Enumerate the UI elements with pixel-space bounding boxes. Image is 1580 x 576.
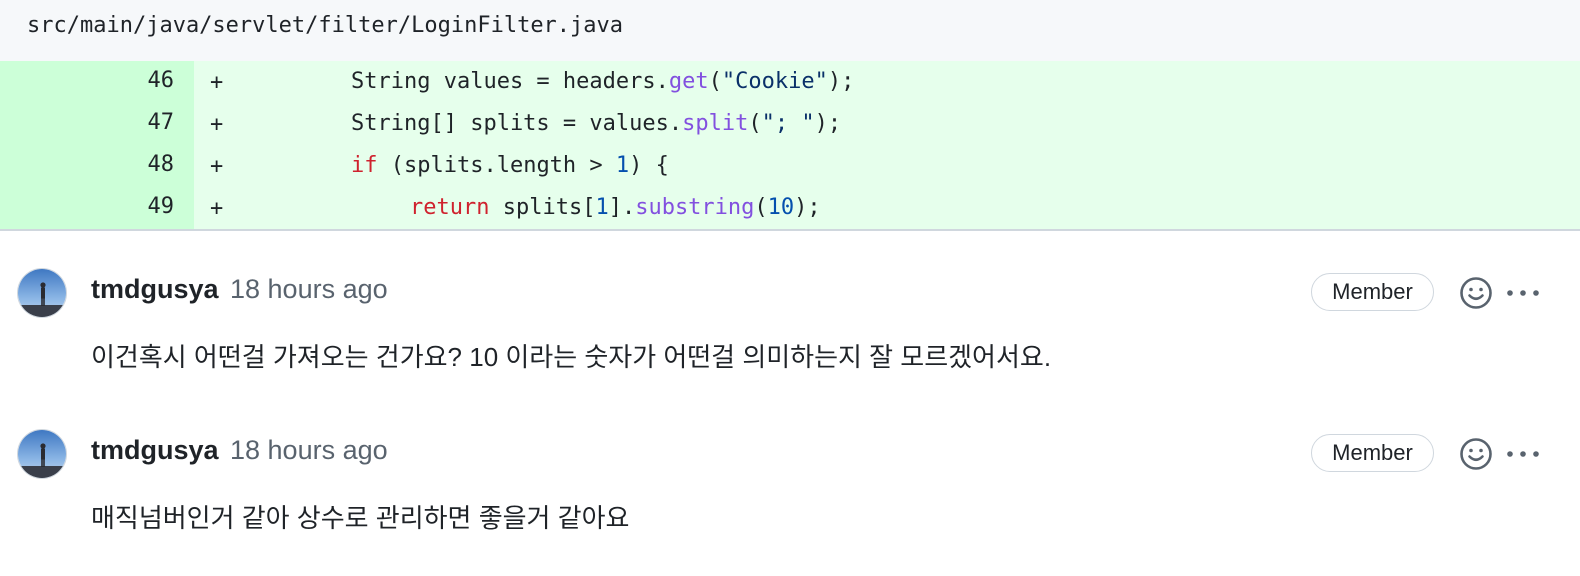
diff-hunk: 46 + String values = headers.get("Cookie…: [0, 61, 1580, 231]
code-token: (: [748, 111, 762, 136]
code-token: );: [827, 69, 855, 94]
member-badge: Member: [1311, 434, 1434, 472]
code-content: String[] splits = values.split("; ");: [351, 103, 841, 145]
kebab-horizontal-icon: [1507, 290, 1539, 296]
review-comment: tmdgusya 18 hours ago Member 매직넘버인거 같아 상…: [0, 406, 1580, 536]
code-token: 1: [615, 153, 630, 178]
code-token: ) {: [629, 153, 669, 178]
code-token: splits[: [489, 195, 596, 220]
review-comment: tmdgusya 18 hours ago Member 이건혹시 어떤걸 가져…: [0, 245, 1580, 375]
line-number[interactable]: 46: [0, 61, 194, 103]
added-marker: +: [210, 154, 224, 179]
smiley-icon: [1460, 277, 1492, 309]
added-marker: +: [210, 196, 224, 221]
comment-options-button[interactable]: [1504, 278, 1544, 308]
code-token: split: [682, 111, 749, 136]
file-header: src/main/java/servlet/filter/LoginFilter…: [0, 0, 1580, 61]
line-code: + return splits[1].substring(10);: [194, 187, 1580, 229]
code-token: String[] splits = values.: [351, 111, 683, 136]
code-content: if (splits.length > 1) {: [351, 145, 669, 187]
code-token: return: [410, 195, 490, 220]
code-token: (: [754, 195, 768, 220]
code-content: String values = headers.get("Cookie");: [351, 61, 854, 103]
line-code: + String[] splits = values.split("; ");: [194, 103, 1580, 145]
avatar-image: [18, 269, 66, 317]
diff-line: 49 + return splits[1].substring(10);: [0, 187, 1580, 229]
member-badge: Member: [1311, 273, 1434, 311]
code-token: 1: [595, 195, 609, 220]
code-content: return splits[1].substring(10);: [410, 187, 821, 229]
comment-timestamp[interactable]: 18 hours ago: [230, 435, 388, 466]
file-path[interactable]: src/main/java/servlet/filter/LoginFilter…: [27, 13, 623, 38]
comment-body: 매직넘버인거 같아 상수로 관리하면 좋을거 같아요: [91, 503, 630, 533]
added-marker: +: [210, 112, 224, 137]
add-reaction-button[interactable]: [1458, 436, 1494, 472]
diff-line: 48 + if (splits.length > 1) {: [0, 145, 1580, 187]
comment-body: 이건혹시 어떤걸 가져오는 건가요? 10 이라는 숫자가 어떤걸 의미하는지 …: [91, 342, 1052, 372]
avatar[interactable]: [17, 429, 67, 479]
code-token: ].: [608, 195, 636, 220]
code-token: (: [708, 69, 722, 94]
avatar[interactable]: [17, 268, 67, 318]
kebab-horizontal-icon: [1507, 451, 1539, 457]
line-number[interactable]: 47: [0, 103, 194, 145]
comment-timestamp[interactable]: 18 hours ago: [230, 274, 388, 305]
code-token: if: [351, 153, 378, 178]
add-reaction-button[interactable]: [1458, 275, 1494, 311]
line-number[interactable]: 49: [0, 187, 194, 229]
smiley-icon: [1460, 438, 1492, 470]
line-code: + String values = headers.get("Cookie");: [194, 61, 1580, 103]
code-token: "Cookie": [721, 69, 828, 94]
added-marker: +: [210, 70, 224, 95]
diff-line: 47 + String[] splits = values.split("; "…: [0, 103, 1580, 145]
code-token: );: [794, 195, 821, 220]
code-token: String values = headers.: [351, 69, 669, 94]
comment-author[interactable]: tmdgusya: [91, 274, 219, 305]
code-token: substring: [635, 195, 755, 220]
line-code: + if (splits.length > 1) {: [194, 145, 1580, 187]
code-token: );: [814, 111, 842, 136]
avatar-image: [18, 430, 66, 478]
line-number[interactable]: 48: [0, 145, 194, 187]
comment-author[interactable]: tmdgusya: [91, 435, 219, 466]
code-token: 10: [767, 195, 795, 220]
code-token: "; ": [761, 111, 815, 136]
comment-options-button[interactable]: [1504, 439, 1544, 469]
code-token: (splits.length >: [377, 153, 616, 178]
code-token: get: [668, 69, 709, 94]
diff-line: 46 + String values = headers.get("Cookie…: [0, 61, 1580, 103]
